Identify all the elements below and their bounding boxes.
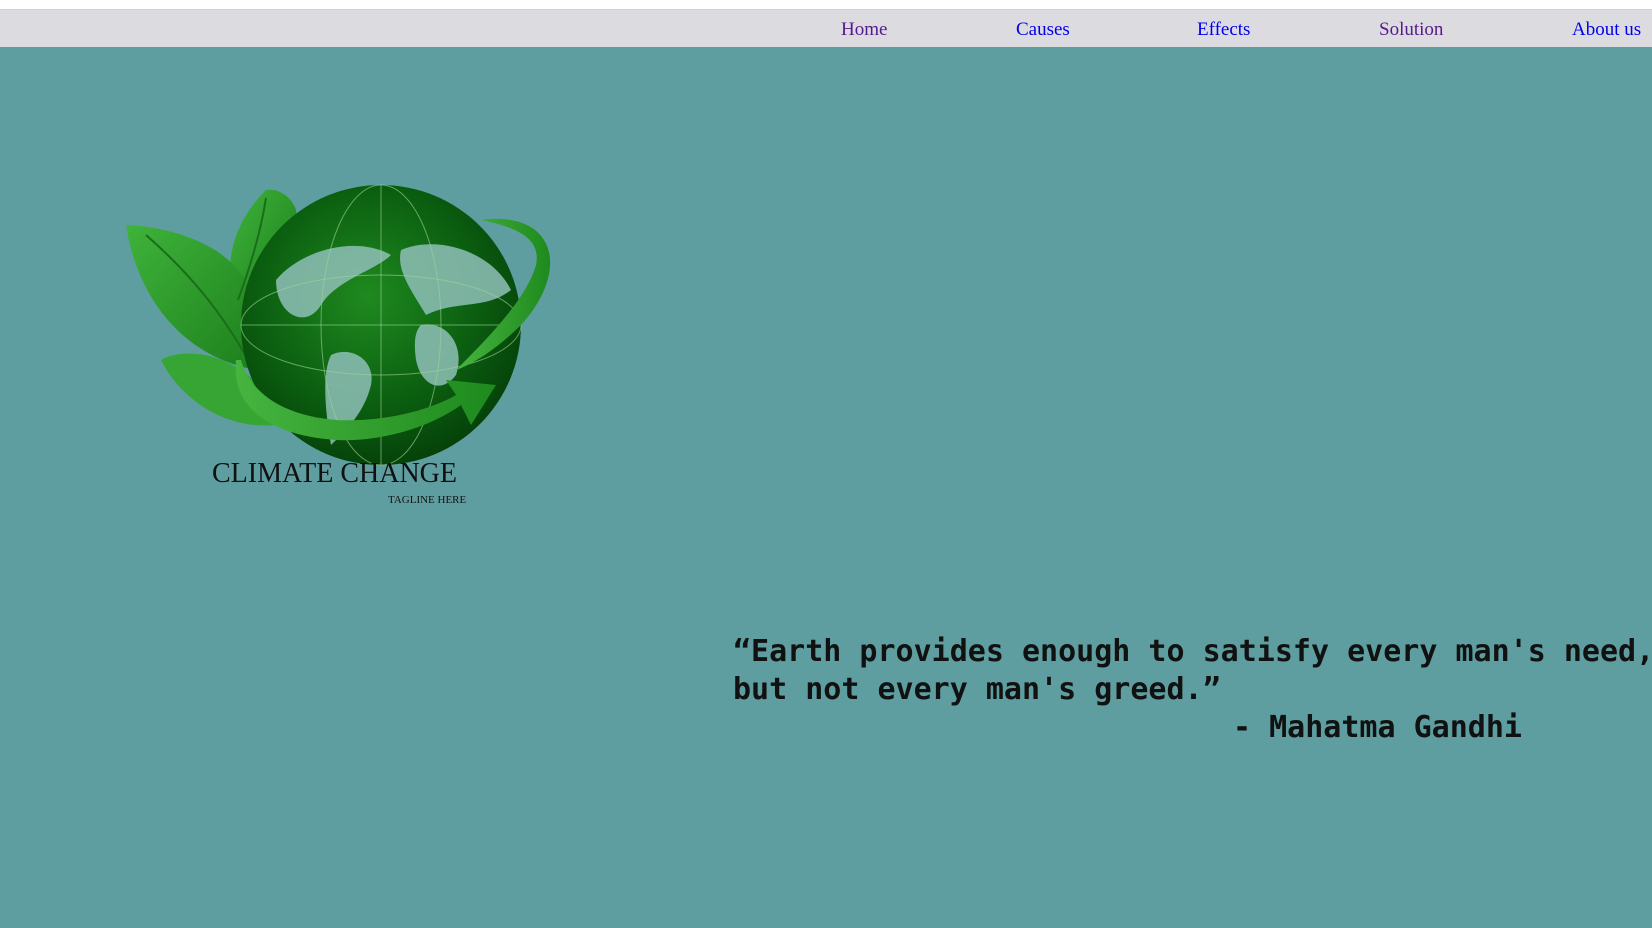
nav-solution-link[interactable]: Solution [1379, 19, 1443, 41]
quote-line-2: but not every man's greed.” [733, 672, 1221, 707]
logo-title: CLIMATE CHANGE [212, 458, 457, 489]
quote-line-1: “Earth provides enough to satisfy every … [733, 634, 1652, 669]
top-navbar: Home Causes Effects Solution About us [0, 10, 1652, 47]
logo-tagline: TAGLINE HERE [388, 494, 467, 506]
nav-home-link[interactable]: Home [841, 19, 887, 41]
globe-with-leaves-and-arrow-icon: CLIMATE CHANGE TAGLINE HERE [126, 184, 551, 506]
nav-effects-link[interactable]: Effects [1197, 19, 1250, 41]
nav-causes-link[interactable]: Causes [1016, 19, 1070, 41]
gandhi-quote: “Earth provides enough to satisfy every … [733, 633, 1652, 747]
browser-top-strip [0, 0, 1652, 10]
climate-change-logo: CLIMATE CHANGE TAGLINE HERE [126, 140, 586, 540]
nav-about-us-link[interactable]: About us [1572, 19, 1641, 41]
quote-author: - Mahatma Gandhi [1233, 710, 1522, 745]
